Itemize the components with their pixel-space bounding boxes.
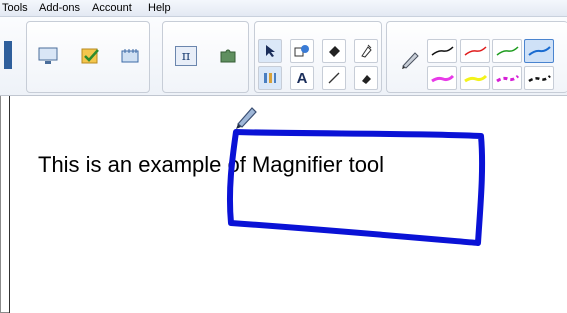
freehand-blue-rectangle [226,129,486,246]
